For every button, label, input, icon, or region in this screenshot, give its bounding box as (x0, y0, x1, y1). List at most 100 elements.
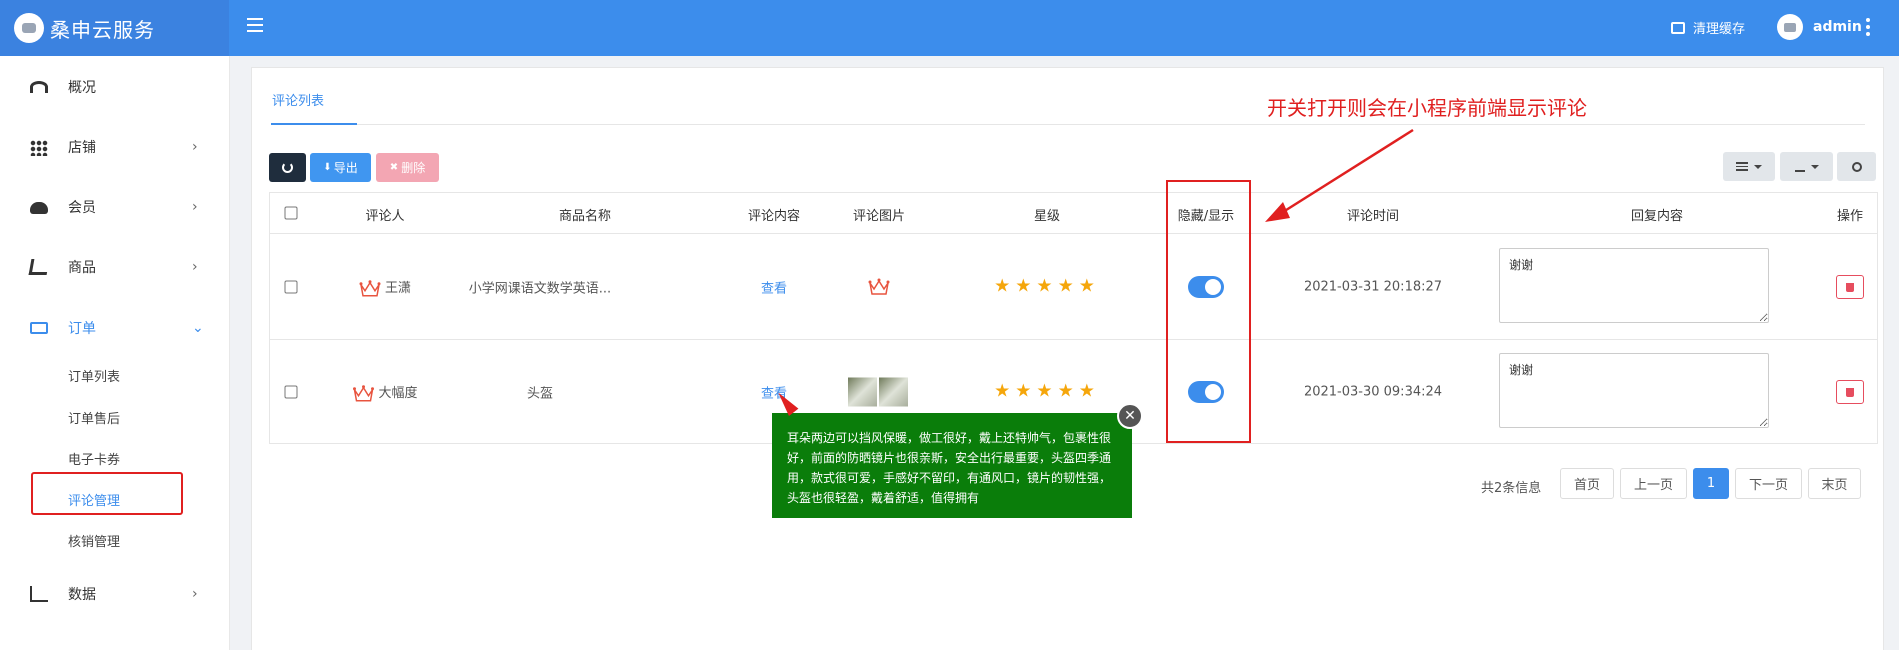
star-rating: ★★★★★ (994, 380, 1100, 402)
annotation-highlight-box (1166, 180, 1251, 443)
close-icon: ✖ (389, 162, 399, 173)
sidebar-item-members[interactable]: 会员 › (0, 187, 230, 227)
review-time: 2021-03-31 20:18:27 (1303, 279, 1443, 295)
column-header[interactable]: 商品名称 (559, 205, 611, 224)
main-panel: 评论列表 ⬇ 导出 ✖ 删除 评论人 商品名称 评论内容 评论图片 星级 隐藏/… (251, 67, 1884, 650)
column-header[interactable]: 评论时间 (1347, 205, 1399, 224)
last-page-button[interactable]: 末页 (1808, 468, 1861, 499)
sidebar-item-label: 店铺 (68, 140, 96, 156)
export-label: 导出 (333, 161, 358, 175)
column-header[interactable]: 评论图片 (853, 205, 905, 224)
crown-icon (868, 278, 890, 295)
avatar (1777, 14, 1803, 40)
caret-down-icon (1810, 164, 1819, 169)
review-image-placeholder (868, 278, 890, 296)
row-checkbox[interactable] (284, 280, 298, 294)
sidebar-item-label: 会员 (68, 200, 96, 216)
submenu-order-aftersales[interactable]: 订单售后 (68, 408, 120, 427)
review-thumbnail[interactable] (848, 377, 877, 407)
row-checkbox[interactable] (284, 385, 298, 399)
dashboard-icon (30, 81, 48, 93)
clear-cache-button[interactable]: 清理缓存 (1671, 18, 1745, 37)
brand-title: 桑申云服务 (50, 17, 155, 42)
column-header[interactable]: 评论内容 (748, 205, 800, 224)
trash-icon (1836, 275, 1864, 299)
brand[interactable]: 桑申云服务 (0, 0, 229, 56)
review-content-popup: 耳朵两边可以挡风保暖，做工很好，戴上还特帅气，包裹性很好，前面的防晒镜片也很亲斯… (772, 413, 1132, 518)
tab-divider (271, 124, 1865, 125)
money-icon (30, 322, 48, 334)
sidebar-item-store[interactable]: 店铺 › (0, 127, 230, 167)
briefcase-icon (1671, 21, 1685, 34)
sidebar-item-overview[interactable]: 概况 (0, 67, 230, 107)
chart-icon (30, 586, 48, 602)
sidebar-item-orders[interactable]: 订单 ⌄ (0, 308, 230, 348)
star-rating: ★★★★★ (994, 275, 1100, 297)
pagination-info: 共2条信息 (1481, 481, 1542, 496)
sidebar-item-label: 数据 (68, 587, 96, 603)
reply-textarea[interactable]: 谢谢 (1499, 353, 1769, 428)
list-icon (1736, 162, 1748, 171)
tab-review-list[interactable]: 评论列表 (272, 90, 324, 119)
chevron-right-icon: › (192, 139, 198, 155)
sidebar-highlight-box (31, 472, 183, 515)
reviewer-cell: 王潇 (359, 277, 411, 298)
sidebar-item-data[interactable]: 数据 › (0, 574, 230, 614)
next-page-button[interactable]: 下一页 (1735, 468, 1802, 499)
reviewer-name: 大幅度 (378, 385, 418, 401)
submenu-order-list[interactable]: 订单列表 (68, 366, 120, 385)
sidebar-item-products[interactable]: 商品 › (0, 247, 230, 287)
sidebar-item-label: 商品 (68, 260, 96, 276)
review-thumbnail[interactable] (879, 377, 908, 407)
column-header[interactable]: 操作 (1837, 205, 1863, 224)
reply-textarea[interactable]: 谢谢 (1499, 248, 1769, 323)
chevron-right-icon: › (192, 199, 198, 215)
view-content-link[interactable]: 查看 (761, 278, 787, 297)
top-header: 桑申云服务 清理缓存 admin (0, 0, 1899, 56)
select-all-checkbox[interactable] (284, 206, 298, 220)
search-button[interactable] (1837, 152, 1876, 181)
submenu-verification-management[interactable]: 核销管理 (68, 531, 120, 550)
export-options-button[interactable] (1780, 152, 1833, 181)
chevron-down-icon: ⌄ (192, 320, 204, 336)
columns-toggle-button[interactable] (1723, 152, 1775, 181)
product-name: 小学网课语文数学英语... (468, 281, 612, 297)
download-icon (1794, 162, 1805, 172)
menu-toggle-icon[interactable] (247, 18, 263, 32)
download-icon: ⬇ (323, 162, 332, 173)
column-header[interactable]: 星级 (1034, 205, 1060, 224)
submenu-e-coupons[interactable]: 电子卡券 (68, 449, 120, 468)
review-time: 2021-03-30 09:34:24 (1303, 384, 1443, 400)
review-images (848, 377, 910, 407)
row-delete-button[interactable] (1836, 380, 1864, 404)
sidebar: 概况 店铺 › 会员 › 商品 › 订单 ⌄ 订单列表 订单售后 电子卡券 评论… (0, 56, 230, 650)
caret-down-icon (1754, 164, 1762, 169)
sidebar-item-label: 订单 (68, 321, 96, 337)
refresh-button[interactable] (269, 153, 306, 182)
reviews-table: 评论人 商品名称 评论内容 评论图片 星级 隐藏/显示 评论时间 回复内容 操作… (269, 192, 1878, 444)
reviewer-name: 王潇 (384, 280, 412, 296)
column-header[interactable]: 评论人 (365, 205, 404, 224)
export-button[interactable]: ⬇ 导出 (310, 153, 371, 182)
column-header[interactable]: 回复内容 (1631, 205, 1683, 224)
clear-cache-label: 清理缓存 (1693, 22, 1746, 37)
chevron-right-icon: › (192, 586, 198, 602)
close-icon[interactable]: ✕ (1117, 403, 1143, 429)
table-row: 王潇 小学网课语文数学英语... 查看 ★★★★★ 2021-03-31 20:… (270, 235, 1877, 339)
crown-icon (352, 384, 374, 401)
row-delete-button[interactable] (1836, 275, 1864, 299)
annotation-text: 开关打开则会在小程序前端显示评论 (1267, 96, 1587, 120)
first-page-button[interactable]: 首页 (1560, 468, 1614, 499)
more-vertical-icon[interactable] (1866, 18, 1870, 36)
reviewer-cell: 大幅度 (352, 382, 418, 403)
table-header: 评论人 商品名称 评论内容 评论图片 星级 隐藏/显示 评论时间 回复内容 操作 (270, 193, 1877, 234)
delete-label: 删除 (401, 161, 426, 175)
user-menu[interactable]: admin (1777, 14, 1862, 40)
page-1-button[interactable]: 1 (1693, 468, 1729, 499)
username: admin (1813, 19, 1862, 35)
tab-active-underline (271, 123, 357, 125)
search-icon (1851, 161, 1862, 172)
delete-button[interactable]: ✖ 删除 (376, 153, 439, 182)
prev-page-button[interactable]: 上一页 (1620, 468, 1687, 499)
grid-icon (30, 140, 48, 156)
